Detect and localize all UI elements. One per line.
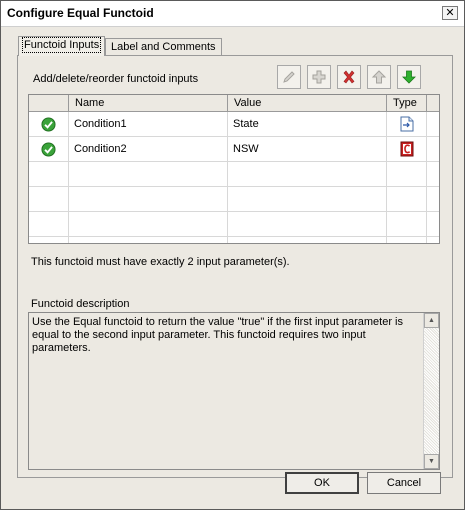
cancel-button[interactable]: Cancel <box>367 472 441 494</box>
scroll-down-icon: ▼ <box>428 458 435 465</box>
scroll-up-icon: ▲ <box>428 317 435 324</box>
valid-check-icon <box>41 117 56 132</box>
grid-empty-row[interactable] <box>29 187 439 212</box>
grid-header-value[interactable]: Value <box>228 95 387 111</box>
grid-header-type[interactable]: Type <box>387 95 427 111</box>
empty-cell <box>29 237 69 243</box>
empty-cell <box>228 162 387 186</box>
grid-header-filler <box>427 95 439 111</box>
inputs-grid[interactable]: Name Value Type Condition1 State Conditi… <box>28 94 440 244</box>
row-value-cell[interactable]: NSW <box>228 137 387 161</box>
row-type-cell[interactable] <box>387 137 427 161</box>
green-down-arrow-icon <box>402 70 416 84</box>
row-type-cell[interactable] <box>387 112 427 136</box>
up-arrow-icon <box>371 70 387 84</box>
link-document-icon <box>400 116 414 132</box>
empty-cell <box>29 162 69 186</box>
functoid-inputs-panel: Add/delete/reorder functoid inputs Name … <box>17 55 453 478</box>
row-filler-cell <box>427 112 439 136</box>
input-count-rule: This functoid must have exactly 2 input … <box>31 256 290 268</box>
constant-icon <box>400 141 414 157</box>
move-down-button[interactable] <box>397 65 421 89</box>
empty-cell <box>387 212 427 236</box>
empty-cell <box>387 187 427 211</box>
red-x-icon <box>343 70 355 84</box>
description-caption: Functoid description <box>31 298 130 310</box>
close-icon: ✕ <box>445 7 455 19</box>
empty-cell <box>387 237 427 243</box>
empty-cell <box>29 187 69 211</box>
description-scrollbar[interactable]: ▲ ▼ <box>423 313 439 469</box>
empty-cell <box>69 187 228 211</box>
description-box[interactable]: Use the Equal functoid to return the val… <box>28 312 440 470</box>
grid-header-name[interactable]: Name <box>69 95 228 111</box>
valid-check-icon <box>41 142 56 157</box>
tab-functoid-inputs[interactable]: Functoid Inputs <box>18 36 106 56</box>
inputs-caption: Add/delete/reorder functoid inputs <box>33 73 199 85</box>
empty-cell <box>69 212 228 236</box>
empty-cell <box>228 212 387 236</box>
row-status-cell <box>29 137 69 161</box>
row-name-cell[interactable]: Condition2 <box>69 137 228 161</box>
empty-cell <box>69 237 228 243</box>
tab-functoid-inputs-label: Functoid Inputs <box>21 37 102 53</box>
empty-cell <box>29 212 69 236</box>
scroll-up-button[interactable]: ▲ <box>424 313 439 328</box>
delete-button[interactable] <box>337 65 361 89</box>
grid-header: Name Value Type <box>29 95 439 112</box>
title-bar[interactable]: Configure Equal Functoid ✕ <box>1 1 464 27</box>
grid-row-condition1[interactable]: Condition1 State <box>29 112 439 137</box>
edit-button[interactable] <box>277 65 301 89</box>
move-up-button[interactable] <box>367 65 391 89</box>
description-text: Use the Equal functoid to return the val… <box>32 316 404 354</box>
tab-label-and-comments-label: Label and Comments <box>111 41 216 53</box>
dialog-title: Configure Equal Functoid <box>7 6 154 20</box>
grid-empty-row[interactable] <box>29 212 439 237</box>
dialog-client-area: Functoid Inputs Label and Comments Add/d… <box>1 27 464 509</box>
tab-label-and-comments[interactable]: Label and Comments <box>105 38 222 55</box>
scroll-down-button[interactable]: ▼ <box>424 454 439 469</box>
row-filler-cell <box>427 137 439 161</box>
ok-button[interactable]: OK <box>285 472 359 494</box>
plus-icon <box>312 70 326 84</box>
row-value-cell[interactable]: State <box>228 112 387 136</box>
empty-cell <box>228 237 387 243</box>
empty-cell <box>387 162 427 186</box>
pencil-icon <box>283 71 295 83</box>
add-button[interactable] <box>307 65 331 89</box>
row-status-cell <box>29 112 69 136</box>
grid-row-condition2[interactable]: Condition2 NSW <box>29 137 439 162</box>
row-name-cell[interactable]: Condition1 <box>69 112 228 136</box>
grid-header-status <box>29 95 69 111</box>
empty-cell <box>228 187 387 211</box>
grid-empty-row[interactable] <box>29 162 439 187</box>
dialog-window: Configure Equal Functoid ✕ Functoid Inpu… <box>0 0 465 510</box>
close-button[interactable]: ✕ <box>442 6 458 20</box>
grid-empty-row[interactable] <box>29 237 439 243</box>
empty-cell <box>69 162 228 186</box>
